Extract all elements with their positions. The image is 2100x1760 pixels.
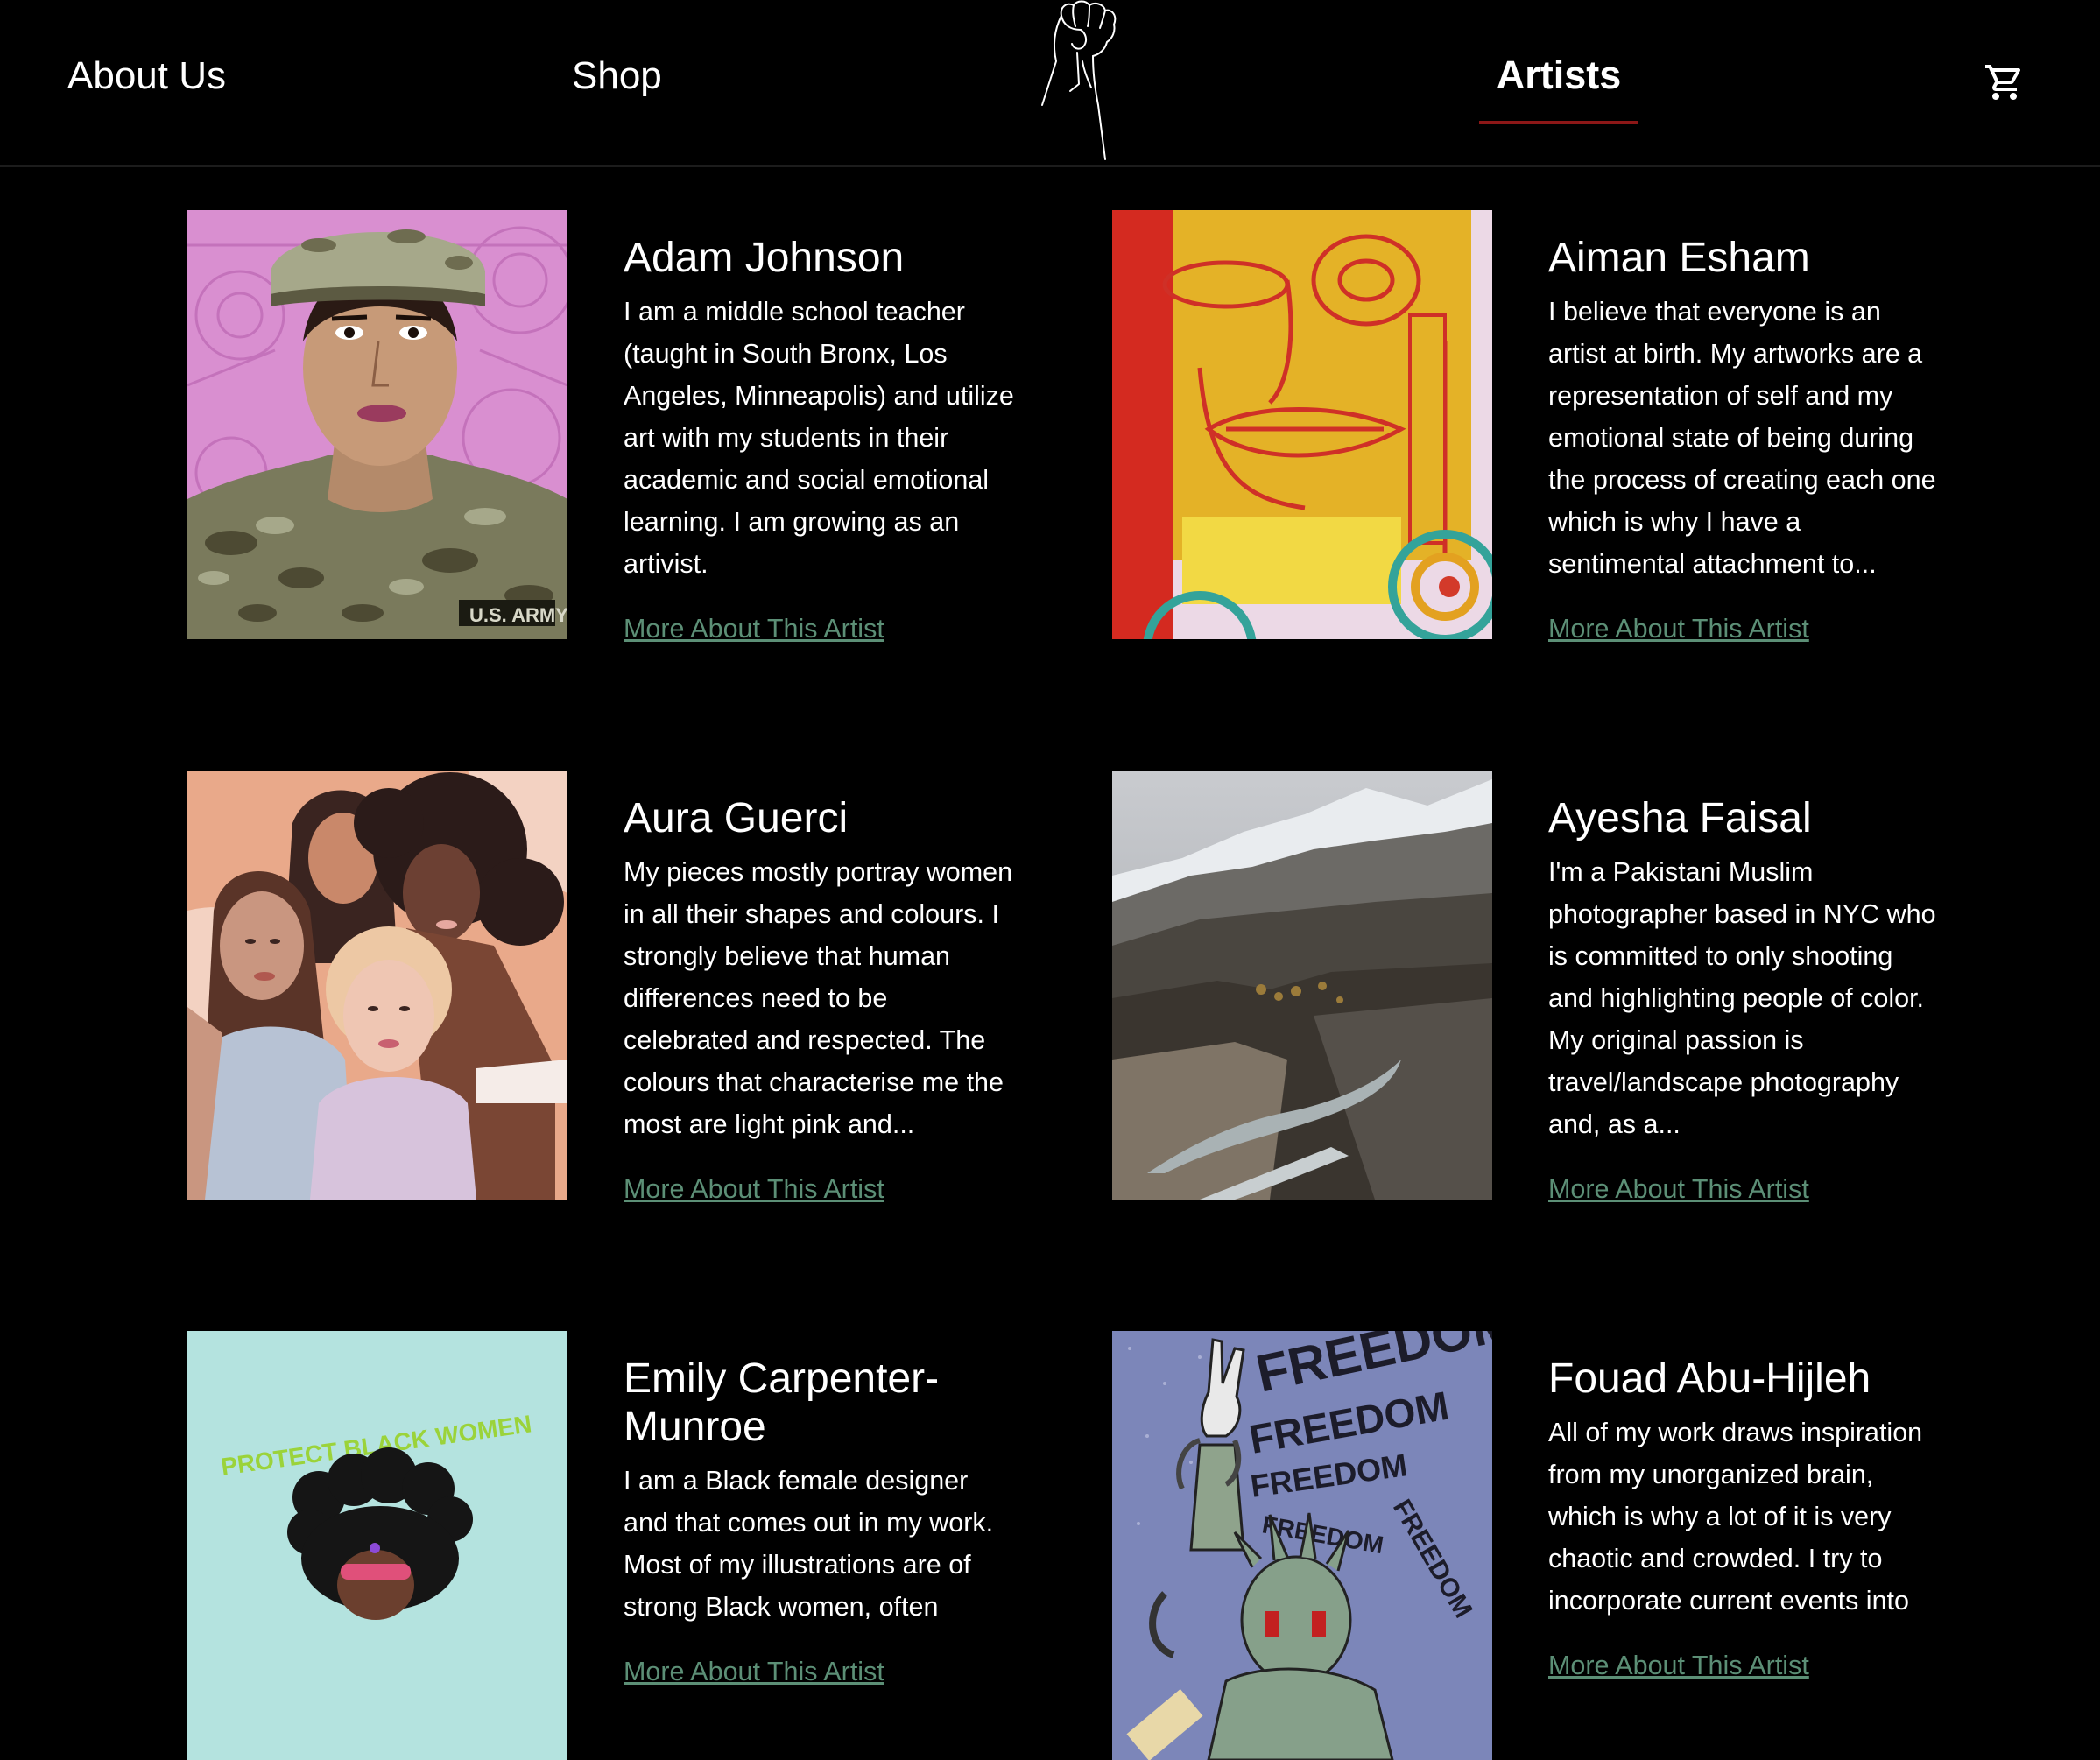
- artist-bio: My pieces mostly portray women in all th…: [624, 857, 1013, 1139]
- artist-info: Aiman Esham I believe that everyone is a…: [1548, 210, 1942, 646]
- artist-artwork-image[interactable]: [1112, 210, 1492, 639]
- artist-info: Emily Carpenter-Munroe I am a Black fema…: [624, 1331, 1018, 1689]
- artist-bio: I believe that everyone is an artist at …: [1548, 297, 1936, 579]
- artist-name: Ayesha Faisal: [1548, 795, 1812, 841]
- nav-shop[interactable]: Shop: [572, 54, 662, 98]
- nav-artists-active[interactable]: Artists: [1479, 53, 1638, 124]
- artist-illustration-image[interactable]: PROTECT BLACK WOMEN: [187, 1331, 567, 1760]
- artist-name: Emily Carpenter-Munroe: [624, 1355, 940, 1450]
- artist-bio: All of my work draws inspiration from my…: [1548, 1418, 1923, 1616]
- shopping-cart-icon[interactable]: [1983, 61, 2026, 103]
- artist-name: Fouad Abu-Hijleh: [1548, 1355, 1871, 1402]
- artist-bio: I am a middle school teacher (taught in …: [624, 297, 1014, 579]
- more-about-artist-link[interactable]: More About This Artist: [624, 1172, 884, 1207]
- raised-fist-icon[interactable]: [1035, 0, 1123, 163]
- artist-info: Aura Guerci My pieces mostly portray wom…: [624, 771, 1018, 1207]
- artist-landscape-photo[interactable]: [1112, 771, 1492, 1200]
- artist-info: Ayesha Faisal I'm a Pakistani Muslim pho…: [1548, 771, 1942, 1207]
- artist-name: Aiman Esham: [1548, 235, 1810, 281]
- artist-bio: I am a Black female designer and that co…: [624, 1466, 994, 1622]
- more-about-artist-link[interactable]: More About This Artist: [624, 611, 884, 646]
- more-about-artist-link[interactable]: More About This Artist: [1548, 1648, 1809, 1683]
- artist-info: Adam Johnson I am a middle school teache…: [624, 210, 1018, 646]
- more-about-artist-link[interactable]: More About This Artist: [1548, 611, 1809, 646]
- artist-name: Aura Guerci: [624, 795, 849, 841]
- artist-illustration-image[interactable]: FREEDOM FREEDOM FREEDOM FREEDOM FREEDOM: [1112, 1331, 1492, 1760]
- artist-portrait-image[interactable]: U.S. ARMY: [187, 210, 567, 639]
- artist-info: Fouad Abu-Hijleh All of my work draws in…: [1548, 1331, 1942, 1683]
- artist-name: Adam Johnson: [624, 235, 905, 281]
- artist-illustration-image[interactable]: [187, 771, 567, 1200]
- more-about-artist-link[interactable]: More About This Artist: [624, 1654, 884, 1689]
- site-header: About Us Shop Artists: [0, 0, 2100, 167]
- image-text: U.S. ARMY: [469, 604, 567, 626]
- nav-about-us[interactable]: About Us: [67, 54, 226, 98]
- more-about-artist-link[interactable]: More About This Artist: [1548, 1172, 1809, 1207]
- artist-bio: I'm a Pakistani Muslim photographer base…: [1548, 857, 1936, 1139]
